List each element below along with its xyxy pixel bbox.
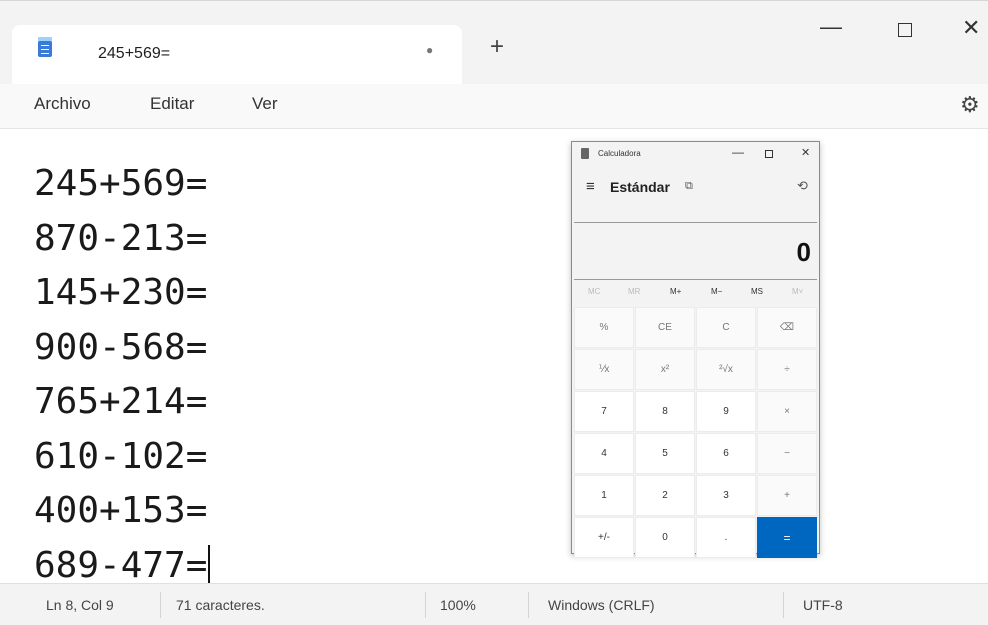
editor-line: 870-213= [34, 217, 208, 259]
keep-on-top-icon[interactable]: ⧉ [685, 180, 693, 193]
close-button[interactable]: ✕ [962, 17, 980, 39]
unsaved-dot-icon[interactable]: ● [426, 43, 433, 57]
calculator-title: Calculadora [598, 149, 641, 158]
settings-icon[interactable]: ⚙ [960, 92, 980, 118]
multiply-key[interactable]: × [757, 391, 817, 432]
menu-bar: Archivo Editar Ver ⚙ [0, 84, 988, 129]
editor-line: 400+153= [34, 490, 208, 531]
editor-line: 145+230= [34, 272, 208, 313]
divide-key[interactable]: ÷ [757, 349, 817, 390]
backspace-icon[interactable]: ⌫ [757, 307, 817, 348]
status-divider [528, 592, 529, 618]
memory-clear-button[interactable]: MC [588, 287, 600, 296]
notepad-icon [38, 37, 52, 57]
title-bar: 245+569= ● + — ✕ [0, 0, 988, 85]
editor-line-text: 689-477= [34, 544, 208, 586]
status-divider [783, 592, 784, 618]
text-editor[interactable]: 245+569= 870-213= 145+230= 900-568= 765+… [0, 129, 988, 586]
digit-1-key[interactable]: 1 [574, 475, 634, 516]
history-icon[interactable]: ⟲ [797, 178, 808, 194]
digit-2-key[interactable]: 2 [635, 475, 695, 516]
memory-store-button[interactable]: MS [751, 287, 763, 296]
calculator-icon [581, 148, 589, 159]
calculator-minimize-button[interactable]: — [732, 145, 744, 159]
equals-key[interactable]: = [757, 517, 817, 558]
digit-6-key[interactable]: 6 [696, 433, 756, 474]
digit-7-key[interactable]: 7 [574, 391, 634, 432]
status-divider [425, 592, 426, 618]
encoding[interactable]: UTF-8 [803, 597, 843, 613]
calculator-maximize-button[interactable] [765, 150, 773, 158]
editor-line: 610-102= [34, 435, 208, 477]
cursor-position: Ln 8, Col 9 [46, 597, 114, 613]
square-key[interactable]: x² [635, 349, 695, 390]
digit-5-key[interactable]: 5 [635, 433, 695, 474]
zoom-level[interactable]: 100% [440, 597, 476, 613]
new-tab-button[interactable]: + [490, 35, 504, 59]
memory-recall-button[interactable]: MR [628, 287, 640, 296]
digit-3-key[interactable]: 3 [696, 475, 756, 516]
digit-9-key[interactable]: 9 [696, 391, 756, 432]
calculator-close-button[interactable]: ✕ [801, 146, 810, 159]
digit-0-key[interactable]: 0 [635, 517, 695, 558]
calculator-mode-title: Estándar [610, 179, 670, 195]
decimal-key[interactable]: . [696, 517, 756, 558]
memory-row: MC MR M+ M− MS M˅ [572, 284, 819, 304]
editor-lines: 245+569= 870-213= 145+230= 900-568= 765+… [34, 157, 211, 593]
memory-list-button[interactable]: M˅ [792, 287, 803, 296]
calculator-title-bar: Calculadora — ✕ [572, 142, 819, 168]
editor-line: 900-568= [34, 326, 208, 368]
square-root-key[interactable]: ²√x [696, 349, 756, 390]
calculator-display: 0 [574, 222, 817, 280]
clear-entry-key[interactable]: CE [635, 307, 695, 348]
digit-4-key[interactable]: 4 [574, 433, 634, 474]
text-caret [208, 544, 211, 583]
negate-key[interactable]: +/- [574, 517, 634, 558]
hamburger-menu-icon[interactable]: ≡ [586, 178, 595, 195]
character-count: 71 caracteres. [176, 597, 265, 613]
reciprocal-key[interactable]: ⅟x [574, 349, 634, 390]
status-divider [160, 592, 161, 618]
editor-line: 245+569= [34, 163, 208, 204]
maximize-button[interactable] [898, 23, 912, 37]
menu-archivo[interactable]: Archivo [34, 94, 91, 114]
editor-line: 765+214= [34, 381, 208, 422]
digit-8-key[interactable]: 8 [635, 391, 695, 432]
clear-key[interactable]: C [696, 307, 756, 348]
tab-active[interactable]: 245+569= ● [12, 25, 462, 85]
subtract-key[interactable]: − [757, 433, 817, 474]
minimize-button[interactable]: — [820, 16, 842, 39]
line-ending[interactable]: Windows (CRLF) [548, 597, 655, 613]
status-bar: Ln 8, Col 9 71 caracteres. 100% Windows … [0, 583, 988, 625]
memory-subtract-button[interactable]: M− [711, 287, 722, 296]
menu-ver[interactable]: Ver [252, 94, 278, 114]
display-value: 0 [796, 237, 811, 267]
menu-editar[interactable]: Editar [150, 94, 194, 114]
memory-add-button[interactable]: M+ [670, 287, 681, 296]
calculator-window: Calculadora — ✕ ≡ Estándar ⧉ ⟲ 0 MC MR M… [571, 141, 820, 558]
tab-title: 245+569= [98, 45, 171, 62]
add-key[interactable]: + [757, 475, 817, 516]
percent-key[interactable]: % [574, 307, 634, 348]
